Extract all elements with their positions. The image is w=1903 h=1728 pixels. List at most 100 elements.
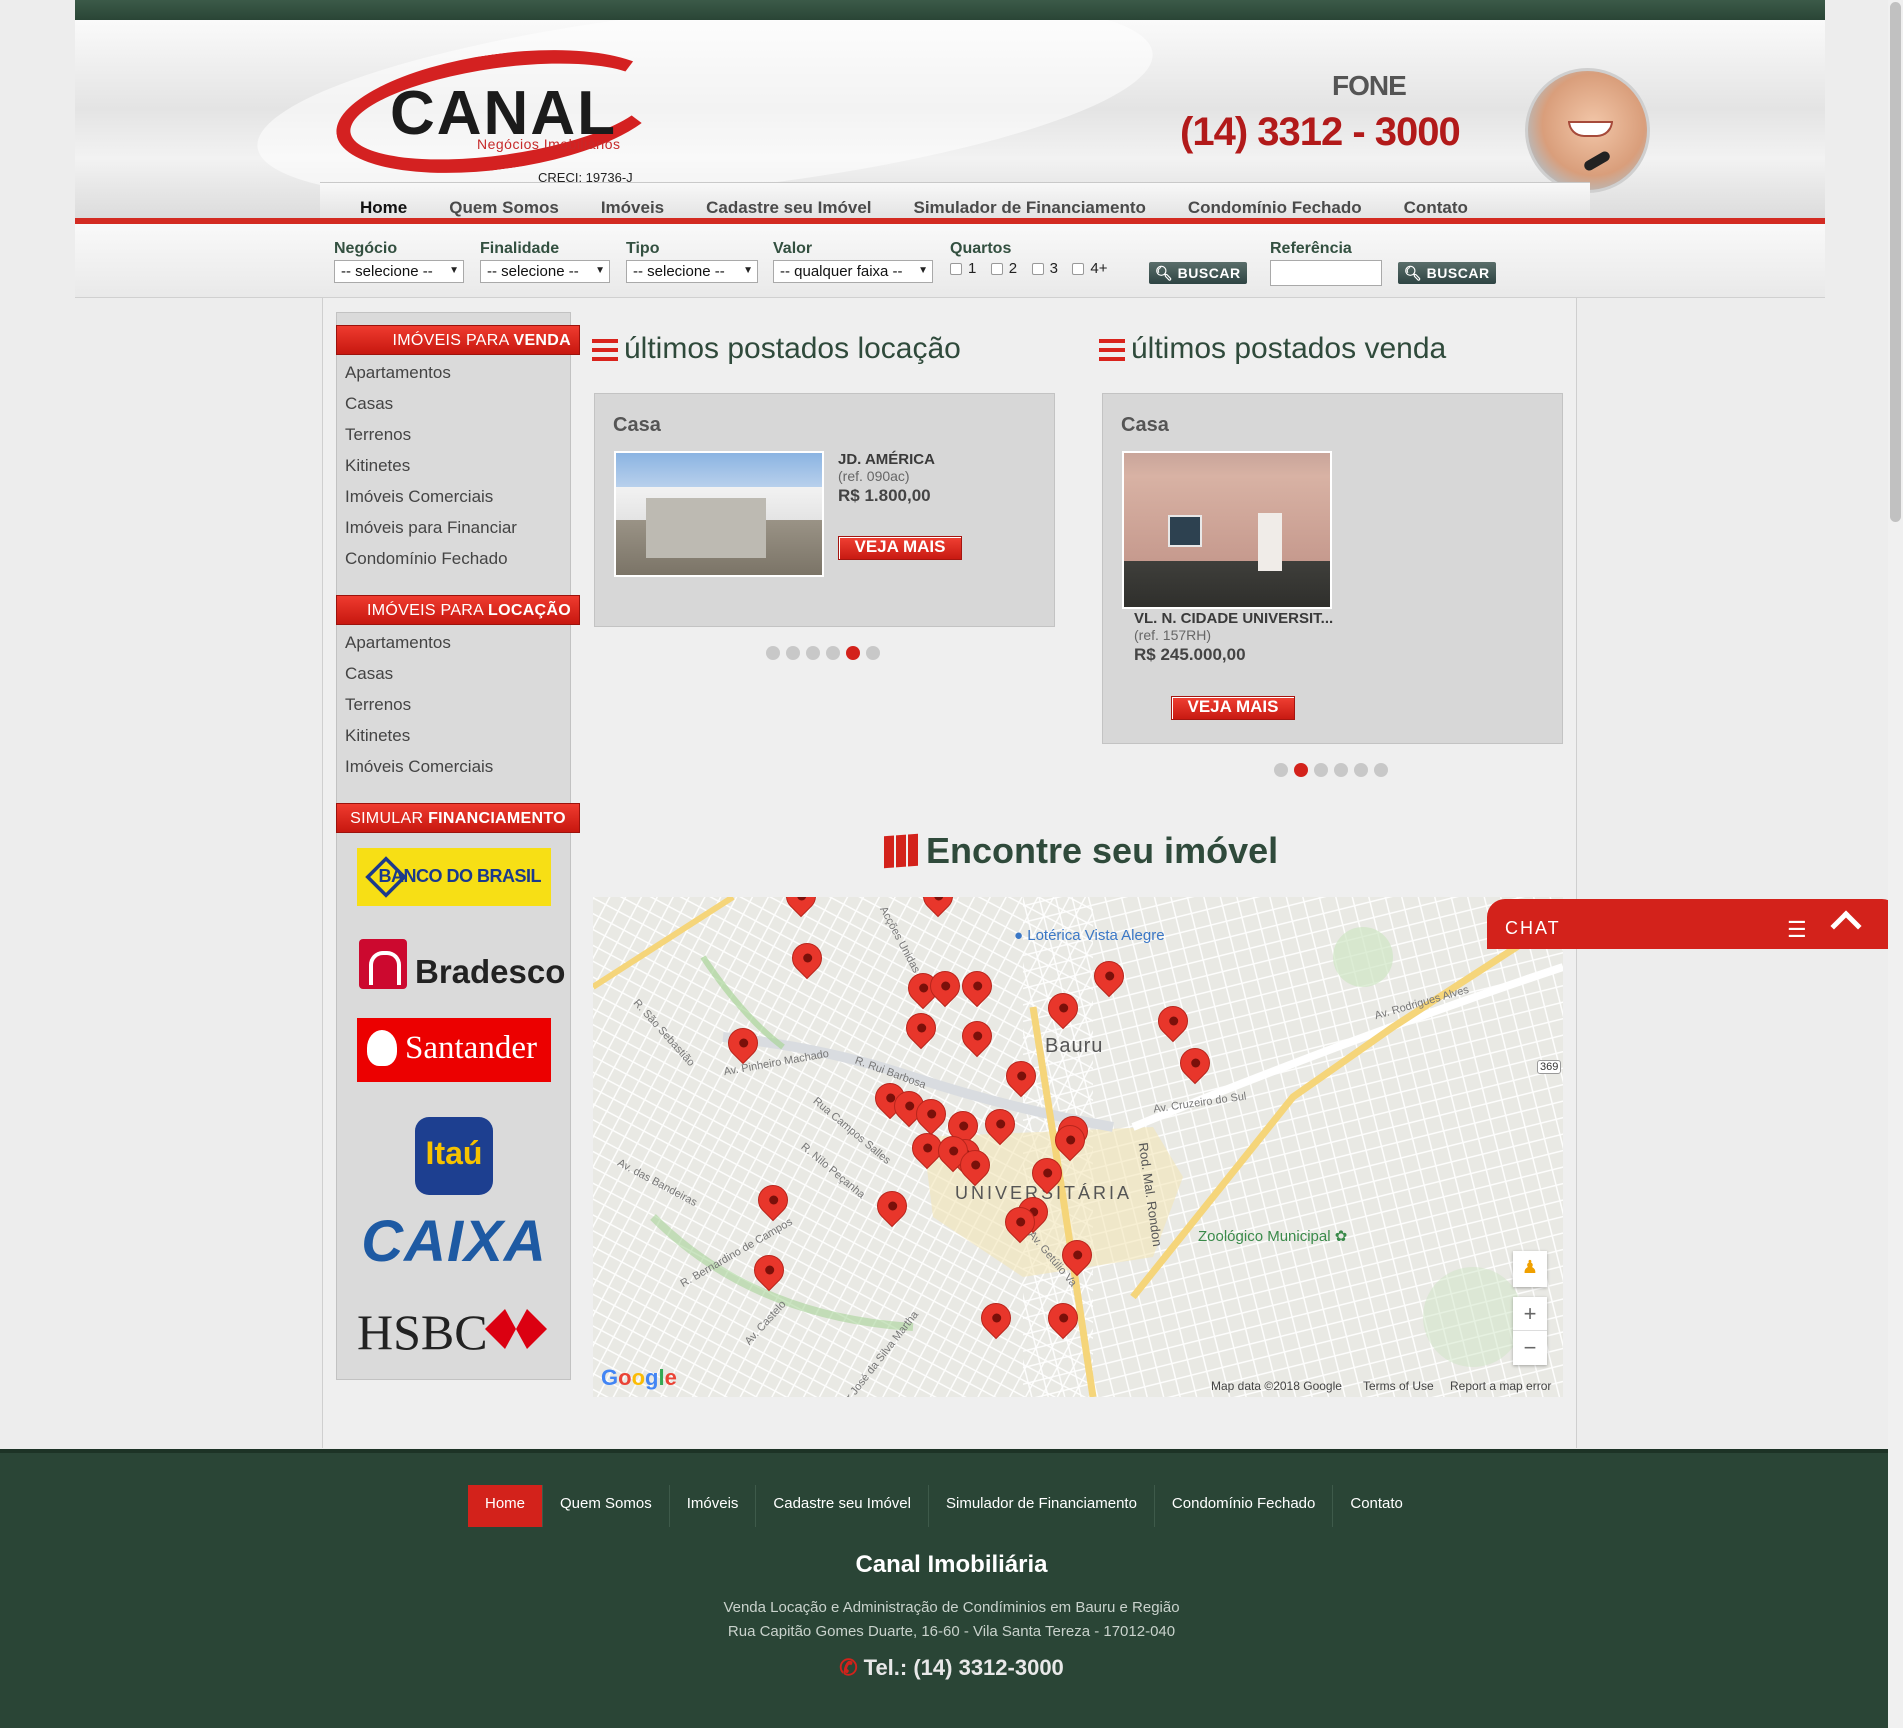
sidebar-venda-kitinetes[interactable]: Kitinetes: [345, 450, 517, 481]
carousel-dot[interactable]: [866, 646, 880, 660]
bank-bradesco[interactable]: Bradesco: [357, 935, 565, 995]
map-place-zoo[interactable]: Zoológico Municipal ✿: [1198, 1227, 1347, 1245]
carousel-dot[interactable]: [1274, 763, 1288, 777]
map-zoom-out-button[interactable]: −: [1513, 1331, 1547, 1365]
referencia-input[interactable]: [1270, 260, 1382, 286]
main-nav: Home Quem Somos Imóveis Cadastre seu Imó…: [75, 182, 1825, 224]
quartos-4-label: 4+: [1090, 260, 1108, 278]
sidebar-locacao-casas[interactable]: Casas: [345, 658, 493, 689]
tipo-select[interactable]: -- selecione --: [626, 260, 758, 283]
footer-nav-contato[interactable]: Contato: [1333, 1485, 1420, 1527]
chat-label: CHAT: [1505, 918, 1561, 938]
finalidade-select[interactable]: -- selecione --: [480, 260, 610, 283]
buscar-button-1[interactable]: 🔍︎ BUSCAR: [1149, 262, 1247, 284]
carousel-dot[interactable]: [1294, 763, 1308, 777]
bank-banco-do-brasil[interactable]: BANCO DO BRASIL: [357, 848, 551, 906]
carousel-dot[interactable]: [766, 646, 780, 660]
footer-nav-home[interactable]: Home: [468, 1485, 544, 1527]
venda-card-ref: (ref. 157RH): [1134, 627, 1212, 643]
carousel-dot[interactable]: [1354, 763, 1368, 777]
venda-card[interactable]: Casa VL. N. CIDADE UNIVERSIT... (ref. 15…: [1102, 393, 1563, 744]
quartos-2-checkbox[interactable]: [990, 262, 1003, 275]
page-scrollbar[interactable]: [1888, 0, 1903, 1728]
valor-select[interactable]: -- qualquer faixa --: [773, 260, 933, 283]
bank-itau[interactable]: Itaú: [415, 1117, 493, 1195]
hamburger-menu-icon[interactable]: ☰: [1787, 917, 1807, 943]
locacao-veja-mais-button[interactable]: VEJA MAIS: [838, 536, 962, 560]
carousel-dot[interactable]: [826, 646, 840, 660]
footer-company-name: Canal Imobiliária: [855, 1551, 1048, 1578]
venda-card-info: VL. N. CIDADE UNIVERSIT... (ref. 157RH) …: [1134, 610, 1333, 665]
scrollbar-thumb[interactable]: [1890, 2, 1901, 522]
sidebar-locacao-comerciais[interactable]: Imóveis Comerciais: [345, 751, 493, 782]
nav-home[interactable]: Home: [360, 198, 407, 218]
venda-veja-mais-button[interactable]: VEJA MAIS: [1171, 696, 1295, 720]
chat-widget[interactable]: CHAT ☰: [1487, 899, 1900, 949]
footer-nav-condominio[interactable]: Condomínio Fechado: [1155, 1485, 1334, 1527]
sidebar-venda-terrenos[interactable]: Terrenos: [345, 419, 517, 450]
map-terms-link[interactable]: Terms of Use: [1363, 1379, 1434, 1393]
sidebar-venda-condominio[interactable]: Condomínio Fechado: [345, 543, 517, 574]
quartos-4-checkbox[interactable]: [1072, 262, 1085, 275]
quartos-3-checkbox[interactable]: [1031, 262, 1044, 275]
list-icon: [592, 339, 618, 362]
bank-santander[interactable]: Santander: [357, 1018, 551, 1082]
sidebar-venda-list: Apartamentos Casas Terrenos Kitinetes Im…: [345, 357, 517, 574]
nav-contato[interactable]: Contato: [1404, 198, 1468, 218]
map-zoom-in-button[interactable]: +: [1513, 1297, 1547, 1331]
referencia-label: Referência: [1270, 240, 1352, 257]
quartos-1-checkbox[interactable]: [950, 262, 962, 275]
carousel-dot[interactable]: [1374, 763, 1388, 777]
carousel-dot[interactable]: [806, 646, 820, 660]
site-footer: Home Quem Somos Imóveis Cadastre seu Imó…: [0, 1449, 1903, 1728]
buscar-button-2-inner[interactable]: 🔍︎ BUSCAR: [1398, 262, 1496, 284]
nav-imoveis[interactable]: Imóveis: [601, 198, 664, 218]
sidebar-venda-financiar[interactable]: Imóveis para Financiar: [345, 512, 517, 543]
property-map[interactable]: Acções Unidas Norte R. São Sebastião Av.…: [593, 897, 1563, 1397]
carousel-dot[interactable]: [786, 646, 800, 660]
carousel-dot[interactable]: [1314, 763, 1328, 777]
map-place-loterica[interactable]: ● Lotérica Vista Alegre: [1014, 927, 1165, 944]
sidebar-venda-apartamentos[interactable]: Apartamentos: [345, 357, 517, 388]
carousel-dot[interactable]: [846, 646, 860, 660]
logo[interactable]: CANAL Negócios Imobiliários CRECI: 19736…: [328, 31, 675, 192]
bank-caixa-label: CAIXA: [361, 1209, 547, 1274]
headset-icon: [1582, 149, 1612, 173]
sidebar-venda-comerciais[interactable]: Imóveis Comerciais: [345, 481, 517, 512]
map-report-link[interactable]: Report a map error: [1450, 1379, 1551, 1393]
street-view-pegman-icon[interactable]: ♟: [1513, 1251, 1547, 1287]
nav-quem-somos[interactable]: Quem Somos: [449, 198, 559, 218]
nav-condominio[interactable]: Condomínio Fechado: [1188, 198, 1362, 218]
sidebar: IMÓVEIS PARA VENDA Apartamentos Casas Te…: [336, 312, 580, 1380]
search-bar: Negócio -- selecione -- Finalidade -- se…: [75, 224, 1825, 298]
footer-nav-simulador[interactable]: Simulador de Financiamento: [929, 1485, 1155, 1527]
buscar-button-2[interactable]: 🔍︎ BUSCAR: [1398, 262, 1496, 284]
sidebar-simular-heading-b: FINANCIAMENTO: [428, 810, 566, 827]
sidebar-venda-casas[interactable]: Casas: [345, 388, 517, 419]
footer-nav-cadastre[interactable]: Cadastre seu Imóvel: [756, 1485, 929, 1527]
attendant-smile: [1568, 121, 1613, 137]
santander-flame-icon: [367, 1030, 397, 1066]
sidebar-locacao-kitinetes[interactable]: Kitinetes: [345, 720, 493, 751]
sidebar-locacao-apartamentos[interactable]: Apartamentos: [345, 627, 493, 658]
locacao-card[interactable]: Casa JD. AMÉRICA (ref. 090ac) R$ 1.800,0…: [594, 393, 1055, 627]
locacao-section-title-text: últimos postados locação: [624, 332, 961, 365]
nav-simulador[interactable]: Simulador de Financiamento: [914, 198, 1146, 218]
bank-caixa[interactable]: CAIXA: [357, 1213, 551, 1271]
locacao-card-location: JD. AMÉRICA: [838, 451, 935, 468]
carousel-dot[interactable]: [1334, 763, 1348, 777]
sidebar-locacao-terrenos[interactable]: Terrenos: [345, 689, 493, 720]
quartos-field: Quartos 1 2 3 4+: [950, 240, 1118, 278]
paw-icon: ✿: [1334, 1228, 1348, 1245]
bank-hsbc[interactable]: HSBC: [357, 1303, 551, 1360]
venda-card-photo[interactable]: [1122, 451, 1332, 609]
list-icon: [1099, 339, 1125, 362]
buscar-button-1-inner[interactable]: 🔍︎ BUSCAR: [1149, 262, 1247, 284]
chevron-up-icon[interactable]: [1830, 910, 1862, 942]
map-city-label: Bauru: [1045, 1035, 1104, 1057]
footer-nav-imoveis[interactable]: Imóveis: [670, 1485, 757, 1527]
nav-cadastre[interactable]: Cadastre seu Imóvel: [706, 198, 871, 218]
locacao-card-photo[interactable]: [614, 451, 824, 577]
negocio-select[interactable]: -- selecione --: [334, 260, 464, 283]
footer-nav-quem-somos[interactable]: Quem Somos: [543, 1485, 670, 1527]
